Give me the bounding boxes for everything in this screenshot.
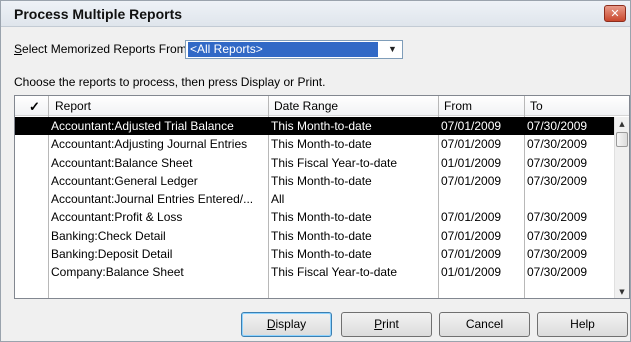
to-date-cell: 07/30/2009 [527,247,588,262]
table-header: ✓ Report Date Range From To [15,96,629,116]
date-range-cell: This Month-to-date [271,173,372,188]
scroll-up-icon[interactable]: ▲ [615,117,629,131]
dropdown-selected-value: <All Reports> [188,42,378,57]
to-date-cell: 07/30/2009 [527,155,588,170]
from-date-cell: 07/01/2009 [441,247,502,262]
table-row[interactable]: Company:Balance Sheet This Fiscal Year-to… [15,263,615,281]
report-cell: Accountant:Balance Sheet [51,155,193,170]
date-range-cell: All [271,192,285,207]
report-cell: Banking:Check Detail [51,228,166,243]
table-body: Accountant:Adjusted Trial Balance This Mo… [15,117,615,282]
to-date-cell: 07/30/2009 [527,210,588,225]
table-row[interactable]: Banking:Check Detail This Month-to-date 07… [15,227,615,245]
date-range-cell: This Fiscal Year-to-date [271,155,398,170]
scroll-down-icon[interactable]: ▼ [615,285,629,298]
from-date-cell: 07/01/2009 [441,228,502,243]
close-icon: ✕ [610,7,620,20]
report-cell: Accountant:Profit & Loss [51,210,183,225]
dialog-title: Process Multiple Reports [14,6,183,22]
date-range-cell: This Fiscal Year-to-date [271,265,398,280]
report-cell: Accountant:General Ledger [51,173,198,188]
select-memorized-label: Select Memorized Reports From [14,42,187,56]
vertical-scrollbar[interactable]: ▲ ▼ [614,117,629,298]
reports-table: ✓ Report Date Range From To Accountant:A… [14,95,630,299]
table-row[interactable]: Accountant:Balance Sheet This Fiscal Year… [15,154,615,172]
date-range-cell: This Month-to-date [271,137,372,152]
display-button[interactable]: Display [241,312,332,337]
to-date-cell: 07/30/2009 [527,119,588,133]
table-row[interactable]: Accountant:Profit & Loss This Month-to-da… [15,208,615,226]
chevron-down-icon[interactable]: ▼ [385,42,400,57]
date-range-cell: This Month-to-date [271,210,372,225]
help-button[interactable]: Help [537,312,628,337]
table-row[interactable]: Banking:Deposit Detail This Month-to-date… [15,245,615,263]
cancel-button[interactable]: Cancel [439,312,530,337]
date-range-cell: This Month-to-date [271,247,372,262]
to-date-cell: 07/30/2009 [527,265,588,280]
column-header-date-range[interactable]: Date Range [274,99,338,113]
from-date-cell: 07/01/2009 [441,119,502,133]
from-date-cell: 07/01/2009 [441,137,502,152]
from-date-cell: 07/01/2009 [441,173,502,188]
instructions-text: Choose the reports to process, then pres… [14,75,326,89]
date-range-cell: This Month-to-date [271,119,372,133]
to-date-cell: 07/30/2009 [527,173,588,188]
column-header-to[interactable]: To [530,99,543,113]
report-cell: Accountant:Adjusting Journal Entries [51,137,248,152]
table-row[interactable]: Accountant:General Ledger This Month-to-d… [15,172,615,190]
from-date-cell: 01/01/2009 [441,265,502,280]
memorized-reports-dropdown[interactable]: <All Reports> ▼ [185,40,403,59]
title-bar[interactable]: Process Multiple Reports ✕ [1,1,630,27]
date-range-cell: This Month-to-date [271,228,372,243]
process-multiple-reports-dialog: Process Multiple Reports ✕ Select Memori… [0,0,631,342]
table-row[interactable]: Accountant:Adjusting Journal Entries This… [15,135,615,153]
report-cell: Accountant:Adjusted Trial Balance [51,119,234,133]
from-date-cell: 01/01/2009 [441,155,502,170]
to-date-cell: 07/30/2009 [527,228,588,243]
report-cell: Company:Balance Sheet [51,265,184,280]
column-header-report[interactable]: Report [55,99,91,113]
checkmark-icon[interactable]: ✓ [29,99,40,115]
scrollbar-thumb[interactable] [616,132,628,147]
print-button[interactable]: Print [341,312,432,337]
close-button[interactable]: ✕ [604,5,626,22]
from-date-cell: 07/01/2009 [441,210,502,225]
report-cell: Banking:Deposit Detail [51,247,173,262]
to-date-cell: 07/30/2009 [527,137,588,152]
column-header-from[interactable]: From [444,99,472,113]
table-row[interactable]: Accountant:Journal Entries Entered/... Al… [15,190,615,208]
table-row[interactable]: Accountant:Adjusted Trial Balance This Mo… [15,117,615,136]
report-cell: Accountant:Journal Entries Entered/... [51,192,254,207]
